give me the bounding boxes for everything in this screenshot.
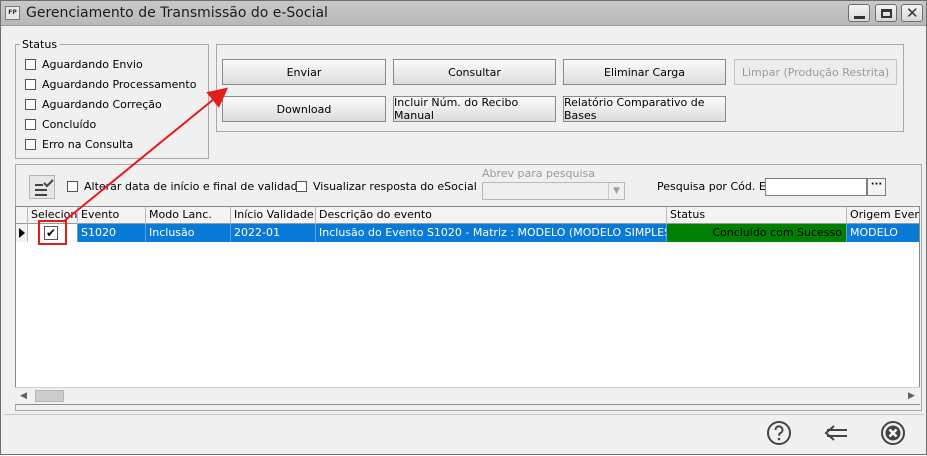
main-window: FP Gerenciamento de Transmissão do e-Soc…	[0, 0, 927, 455]
annotation-arrow	[62, 87, 229, 223]
back-arrow-icon[interactable]	[823, 420, 849, 446]
help-icon[interactable]	[766, 420, 792, 446]
close-circle-icon[interactable]	[880, 420, 906, 446]
footer-separator	[4, 414, 924, 415]
